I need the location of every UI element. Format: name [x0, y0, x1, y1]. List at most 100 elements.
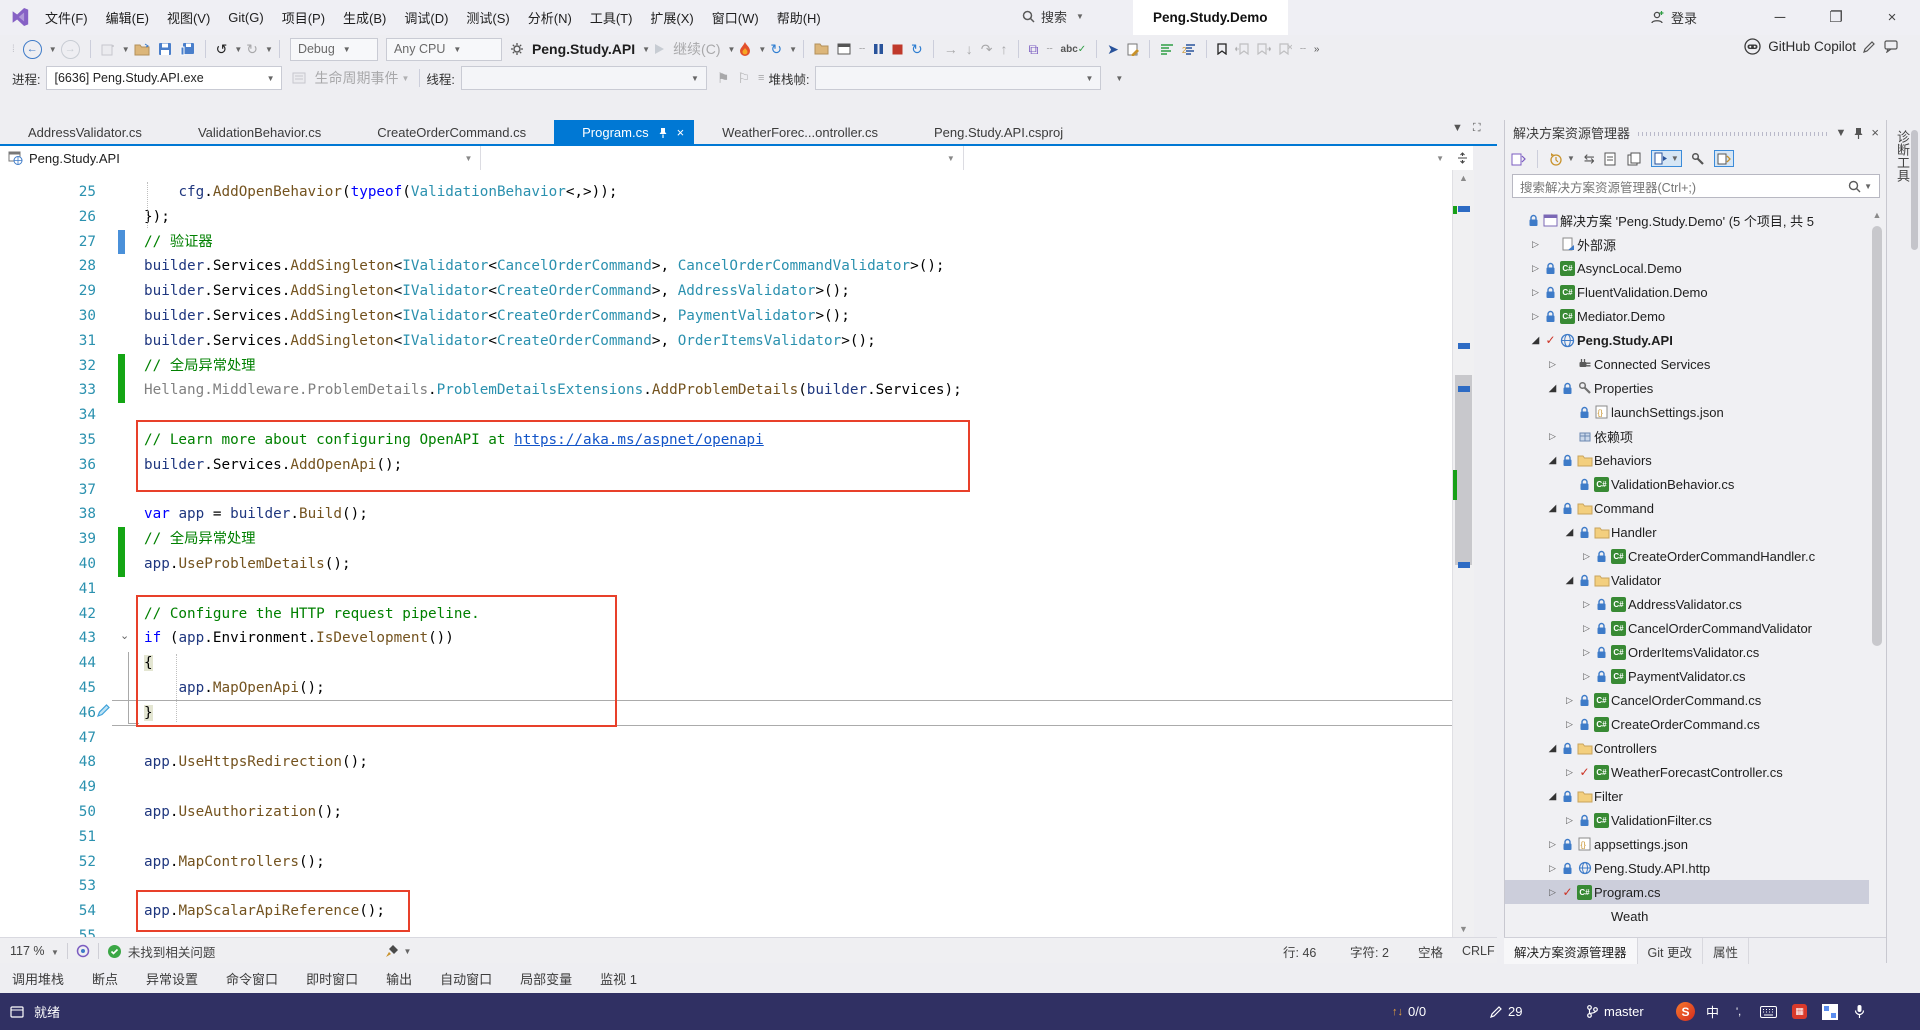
code-line[interactable]: cfg.AddOpenBehavior(typeof(ValidationBeh…	[144, 180, 617, 205]
code-line[interactable]: var app = builder.Build();	[144, 502, 368, 527]
expanded-arrow-icon[interactable]: ◢	[1545, 455, 1560, 466]
ime-toolbox-icon[interactable]: ▦	[1792, 993, 1807, 1030]
code-line[interactable]: // 全局异常处理	[144, 527, 256, 552]
tree-item-解决方案 'Peng.Study.Demo' (5 个项目, 共 5[interactable]: 解决方案 'Peng.Study.Demo' (5 个项目, 共 5	[1505, 208, 1871, 232]
code-line[interactable]: app.UseProblemDetails();	[144, 552, 351, 577]
expanded-arrow-icon[interactable]: ◢	[1545, 503, 1560, 514]
tab-CreateOrderCommand.cs[interactable]: CreateOrderCommand.cs	[349, 120, 554, 144]
document-edit-icon[interactable]	[1127, 43, 1139, 56]
code-line[interactable]: builder.Services.AddSingleton<IValidator…	[144, 279, 850, 304]
tree-item-FluentValidation.Demo[interactable]: ▷ C# FluentValidation.Demo	[1505, 280, 1871, 304]
panel-tab-属性[interactable]: 属性	[1703, 938, 1749, 964]
collapsed-arrow-icon[interactable]: ▷	[1545, 887, 1560, 898]
collapsed-arrow-icon[interactable]: ▷	[1545, 359, 1560, 370]
menu-item[interactable]: 调试(D)	[395, 8, 457, 27]
startup-project-dropdown[interactable]: Peng.Study.API	[532, 41, 635, 57]
navigate-back-button[interactable]: ←	[22, 39, 42, 59]
collapsed-arrow-icon[interactable]: ▷	[1528, 239, 1543, 250]
sync-namespaces-icon[interactable]: ⇆	[1584, 151, 1595, 167]
flag-outline-icon[interactable]: ⚐	[737, 70, 750, 87]
tree-item-Handler[interactable]: ◢ Handler	[1505, 520, 1871, 544]
menu-item[interactable]: 视图(V)	[158, 8, 219, 27]
collapsed-arrow-icon[interactable]: ▷	[1562, 695, 1577, 706]
tree-item-Connected Services[interactable]: ▷ Connected Services	[1505, 352, 1871, 376]
bookmark-icon[interactable]	[1217, 43, 1227, 55]
tab-Peng.Study.API.csproj[interactable]: Peng.Study.API.csproj	[906, 120, 1091, 144]
tree-item-Properties[interactable]: ◢ Properties	[1505, 376, 1871, 400]
pause-button[interactable]	[873, 43, 884, 55]
continue-button[interactable]: 继续(C)	[673, 39, 720, 59]
tree-item-Program.cs[interactable]: ▷ ✓ C# Program.cs	[1505, 880, 1871, 904]
collapsed-arrow-icon[interactable]: ▷	[1579, 623, 1594, 634]
menu-item[interactable]: 项目(P)	[273, 8, 334, 27]
code-cleanup-button[interactable]: ▼	[385, 944, 411, 958]
start-debug-icon[interactable]	[654, 43, 665, 55]
tree-item-CancelOrderCommand.cs[interactable]: ▷ C# CancelOrderCommand.cs	[1505, 688, 1871, 712]
tree-item-AsyncLocal.Demo[interactable]: ▷ C# AsyncLocal.Demo	[1505, 256, 1871, 280]
tree-item-Weath[interactable]: Weath	[1505, 904, 1871, 928]
tree-item-Validator[interactable]: ◢ Validator	[1505, 568, 1871, 592]
nav-member-dropdown[interactable]: ▼	[964, 146, 1452, 170]
list-icon[interactable]: ≡	[758, 72, 764, 84]
tree-item-CancelOrderCommandValidator[interactable]: ▷ C# CancelOrderCommandValidator	[1505, 616, 1871, 640]
preview-selected-items-toggle[interactable]	[1713, 150, 1734, 167]
thread-dropdown[interactable]: ▼	[460, 66, 707, 90]
keyboard-icon[interactable]	[1760, 993, 1777, 1030]
expanded-arrow-icon[interactable]: ◢	[1528, 335, 1543, 346]
flag-icon[interactable]: ⚑	[717, 70, 730, 87]
sync-with-active-document-toggle[interactable]: ▼	[1650, 150, 1682, 167]
hot-reload-button[interactable]	[739, 41, 751, 57]
code-line[interactable]: builder.Services.AddSingleton<IValidator…	[144, 329, 876, 354]
tool-tab-局部变量[interactable]: 局部变量	[520, 969, 572, 988]
task-center-icon[interactable]	[10, 993, 24, 1030]
tab-Program.cs[interactable]: Program.cs ×	[554, 120, 695, 144]
eol-indicator[interactable]: CRLF	[1462, 944, 1495, 958]
tree-item-WeatherForecastController.cs[interactable]: ▷ ✓ C# WeatherForecastController.cs	[1505, 760, 1871, 784]
tree-item-Mediator.Demo[interactable]: ▷ C# Mediator.Demo	[1505, 304, 1871, 328]
close-icon[interactable]: ×	[677, 125, 685, 140]
collapsed-arrow-icon[interactable]: ▷	[1545, 839, 1560, 850]
health-indicator-icon[interactable]	[76, 944, 90, 958]
solution-config-dropdown[interactable]: Debug ▼	[289, 37, 378, 61]
zoom-dropdown[interactable]: 117 % ▼	[10, 944, 59, 958]
nav-project-dropdown[interactable]: Peng.Study.API ▼	[0, 146, 482, 170]
code-line[interactable]: builder.Services.AddSingleton<IValidator…	[144, 304, 850, 329]
microphone-icon[interactable]	[1854, 993, 1865, 1030]
copilot-chat-icon[interactable]	[1884, 40, 1898, 53]
menu-item[interactable]: 窗口(W)	[703, 8, 768, 27]
tool-tab-断点[interactable]: 断点	[92, 969, 118, 988]
switch-views-icon[interactable]	[1511, 152, 1526, 166]
pending-changes-filter-icon[interactable]: ▼	[1549, 152, 1575, 166]
scroll-up-icon[interactable]: ▲	[1453, 173, 1474, 183]
code-line[interactable]: Hellang.Middleware.ProblemDetails.Proble…	[144, 378, 962, 403]
code-line[interactable]: // 验证器	[144, 230, 213, 255]
collapsed-arrow-icon[interactable]: ▷	[1528, 287, 1543, 298]
interactive-window-icon[interactable]	[1160, 43, 1174, 55]
properties-wrench-icon[interactable]	[1691, 152, 1705, 166]
cursor-line-indicator[interactable]: 行: 46	[1283, 942, 1316, 961]
tree-item-CreateOrderCommandHandler.c[interactable]: ▷ C# CreateOrderCommandHandler.c	[1505, 544, 1871, 568]
active-files-dropdown-icon[interactable]: ▼	[1452, 122, 1463, 135]
pin-icon[interactable]	[1854, 127, 1863, 139]
diagnostics-tab-label[interactable]: 诊断工具	[1895, 130, 1912, 182]
expanded-arrow-icon[interactable]: ◢	[1562, 527, 1577, 538]
toolbar-overflow-button[interactable]: »	[1314, 44, 1320, 55]
save-all-button[interactable]	[180, 42, 195, 56]
tree-item-CreateOrderCommand.cs[interactable]: ▷ C# CreateOrderCommand.cs	[1505, 712, 1871, 736]
step-over-icon[interactable]: ↷	[981, 41, 993, 58]
chevron-down-icon[interactable]: ▼	[234, 45, 242, 54]
tool-tab-命令窗口[interactable]: 命令窗口	[226, 969, 278, 988]
solution-search-input[interactable]: 搜索解决方案资源管理器(Ctrl+;) ▼	[1512, 174, 1880, 198]
close-icon[interactable]: ×	[1871, 125, 1879, 140]
scroll-up-icon[interactable]: ▲	[1869, 210, 1885, 220]
pin-icon[interactable]	[658, 127, 668, 138]
spaces-indicator[interactable]: 空格	[1418, 942, 1443, 961]
restart-button[interactable]: ↻	[911, 41, 923, 58]
tree-item-appsettings.json[interactable]: ▷ {} appsettings.json	[1505, 832, 1871, 856]
chevron-down-icon[interactable]: ▼	[728, 45, 736, 54]
browse-folder-icon[interactable]	[814, 43, 829, 55]
tool-tab-即时窗口[interactable]: 即时窗口	[306, 969, 358, 988]
tree-item-launchSettings.json[interactable]: {} launchSettings.json	[1505, 400, 1871, 424]
expanded-arrow-icon[interactable]: ◢	[1545, 791, 1560, 802]
collapsed-arrow-icon[interactable]: ▷	[1545, 431, 1560, 442]
